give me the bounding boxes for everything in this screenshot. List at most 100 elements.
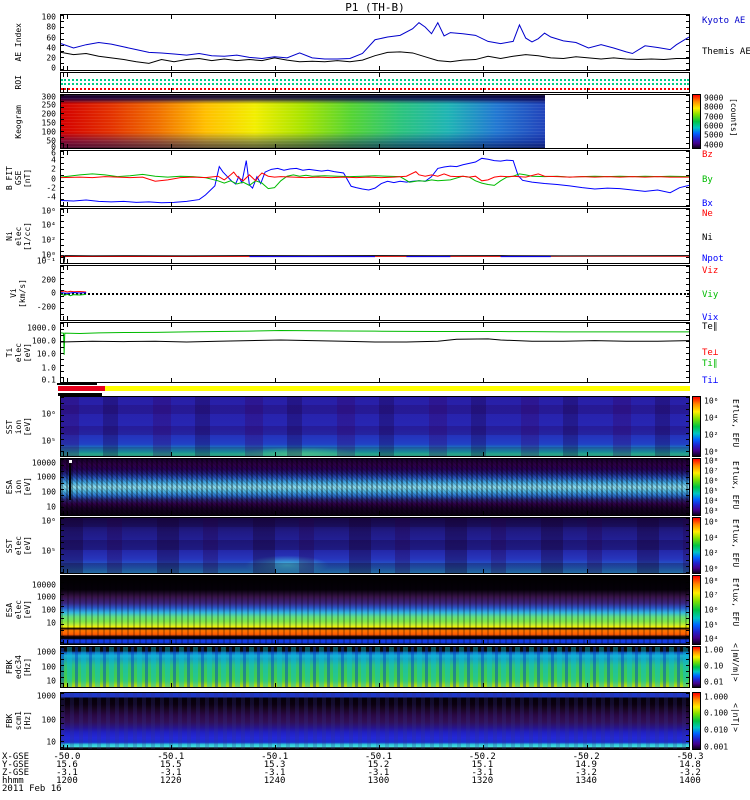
panel-velocity: 200 0 -200: [37, 265, 690, 321]
tick-label: 1.0: [41, 363, 56, 373]
tick-label: 1000: [36, 647, 56, 657]
tick-label: 1000: [36, 592, 56, 602]
mode-bar-red: [58, 386, 105, 391]
panel-density: 10⁶ 10⁴ 10² 10⁰ 10⁻¹: [37, 207, 690, 266]
panel-y-axis-label: Ni elec [1/cc]: [0, 208, 36, 264]
tick-label: 1.000: [704, 692, 729, 702]
panel-y-axis-label: ESA ion [eV]: [0, 458, 36, 516]
series-Themis AE: [61, 52, 689, 64]
tick-label: 200: [41, 275, 56, 284]
esa-ion-colorbar: [692, 458, 701, 516]
legend-label: Te⊥: [702, 348, 719, 358]
panel-y-axis-label: ROI: [0, 72, 36, 93]
tick-label: 200: [41, 109, 56, 119]
panel-fbk-edc34: 1000 100 10: [37, 646, 690, 688]
panel-y-axis-label-text: FBK scm1 [Hz]: [4, 711, 32, 731]
legend-label: Viy: [702, 290, 719, 300]
tick-label: 100: [41, 605, 56, 615]
series-Vix: [61, 292, 86, 293]
tick-label: 10⁸: [704, 456, 719, 466]
panel-y-axis-label: SST ion [eV]: [0, 396, 36, 457]
panel-y-axis-label: Ti elec [eV]: [0, 322, 36, 383]
tick-label: 4: [51, 155, 56, 165]
tick-label: 10⁶: [704, 396, 719, 406]
density-right-tick-comb: [686, 209, 689, 263]
sst-ion-left-tick-comb: [61, 397, 64, 456]
panel-esa-elec: 10000 1000 100 10: [32, 575, 690, 645]
fbk-scm1-colorbar: [692, 692, 701, 750]
panel-y-axis-label: AE Index: [0, 14, 36, 71]
tick-label: 0.001: [704, 742, 729, 752]
tick-label: 10⁵: [41, 436, 56, 446]
fbk-edc34-colorbar: [692, 646, 701, 688]
tick-label: 100: [41, 12, 56, 22]
tick-label: 10⁵: [41, 546, 56, 556]
sst-elec-colorbar: [692, 517, 701, 574]
tick-label: 1000: [36, 691, 56, 701]
series-Ti∥: [61, 330, 689, 354]
ae-index-chart: [61, 15, 689, 70]
panel-y-axis-label: Keogram: [0, 94, 36, 149]
sst-elec-left-tick-comb: [61, 518, 64, 573]
temperature-chart: [61, 323, 689, 382]
legend-label: By: [702, 175, 713, 185]
bfit-left-tick-comb: [61, 151, 64, 206]
panel-keogram: 300 250 200 150 100 50 0: [42, 92, 690, 152]
legend-label: Viz: [702, 266, 719, 276]
panel-y-axis-label: SST elec [eV]: [0, 517, 36, 574]
axis-value: 1400: [679, 776, 701, 786]
tick-label: 0.100: [704, 708, 729, 718]
tick-label: 1000: [36, 472, 56, 482]
series-Bx: [61, 158, 689, 202]
tick-label: 0.01: [704, 677, 724, 687]
tick-label: 8000: [704, 102, 724, 112]
legend-label: <|mV/m|>: [731, 643, 740, 682]
fbk-scm1-right-tick-comb: [686, 693, 689, 749]
fbk-edc34-right-tick-comb: [686, 647, 689, 687]
tick-label: 10⁶: [41, 516, 56, 526]
tick-label: 10⁶: [41, 409, 56, 419]
esa-elec-left-tick-comb: [61, 576, 64, 644]
tick-label: 10⁸: [704, 576, 719, 586]
tick-label: 10: [46, 676, 56, 686]
tick-label: 40: [46, 43, 56, 53]
panel-b-fit: 6 4 2 0 -2 -4: [46, 148, 690, 207]
tick-label: 10⁶: [704, 517, 719, 527]
series-Viy: [61, 294, 86, 296]
panel-fbk-scm1: 1000 100 10: [37, 691, 690, 750]
sst-ion-colorbar: [692, 396, 701, 457]
themis-summary-plot: P1 (TH-B) 100 80 60 40 20 0 300 250 200 150 100 50…: [0, 0, 750, 800]
panel-y-axis-label-text: ESA ion [eV]: [4, 477, 32, 497]
fbk-edc34-left-tick-comb: [61, 647, 64, 687]
esa-ion-left-tick-comb: [61, 459, 64, 515]
bfit-right-tick-comb: [686, 151, 689, 206]
legend-label: Eflux, EFU: [731, 399, 740, 448]
tick-label: 60: [46, 33, 56, 43]
tick-label: 10²: [704, 430, 719, 440]
tick-label: 10⁵: [704, 620, 719, 630]
tick-label: -200: [36, 302, 56, 311]
tick-label: 250: [41, 100, 56, 110]
esa-elec-colorbar: [692, 575, 701, 645]
tick-label: 20: [46, 53, 56, 63]
legend-label: Kyoto AE: [702, 16, 746, 26]
keogram-right-tick-comb: [686, 95, 689, 148]
esa-ion-data-gap-spike: [69, 461, 71, 501]
legend-label: [counts]: [729, 98, 738, 137]
density-chart: [61, 209, 689, 263]
tick-label: 10⁴: [41, 220, 56, 230]
temperature-left-tick-comb: [61, 323, 64, 382]
legend-label: Ni: [702, 233, 713, 243]
legend-label: <|nT|>: [731, 703, 740, 732]
tick-label: 0: [51, 288, 56, 298]
legend-label: Eflux, EFU: [731, 519, 740, 568]
tick-label: 10: [46, 618, 56, 628]
tick-label: -4: [46, 192, 56, 202]
panel-y-axis-label-text: AE Index: [13, 23, 23, 62]
tick-label: 10⁴: [704, 496, 719, 506]
sst-elec-spectrogram: [61, 518, 689, 573]
tick-label: 10⁻¹: [36, 256, 56, 266]
dotted-guide-line: [61, 78, 689, 81]
esa-ion-spectrogram: [61, 459, 689, 515]
ae-right-tick-comb: [686, 15, 689, 70]
